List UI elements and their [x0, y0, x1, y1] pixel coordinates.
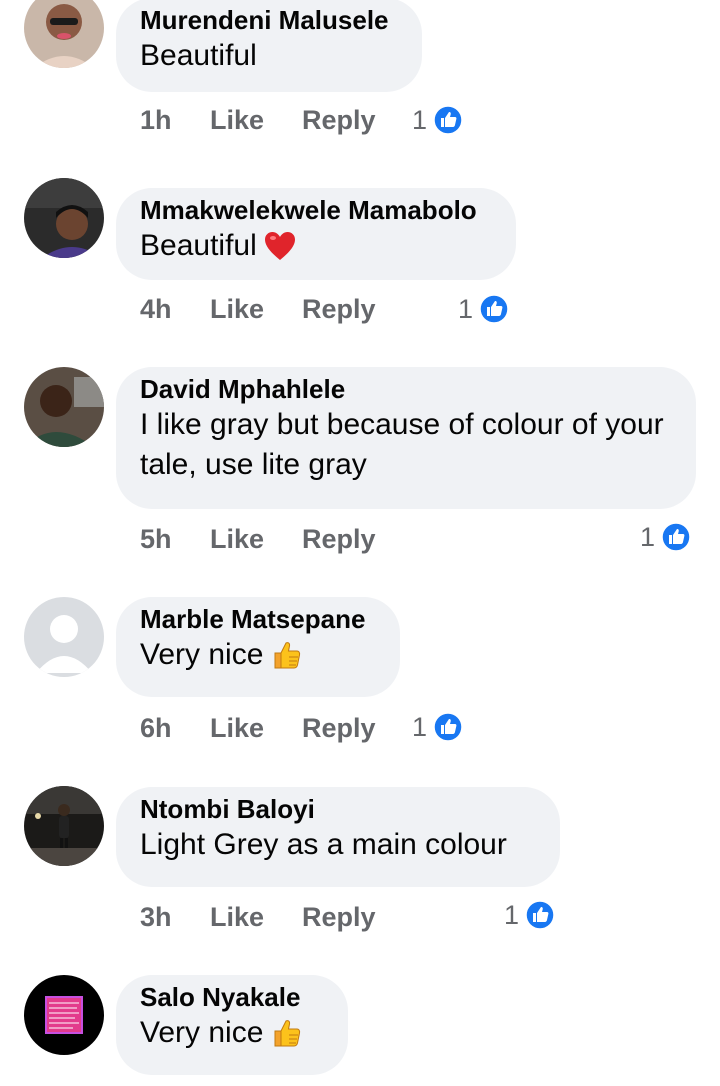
comment-author[interactable]: Mmakwelekwele Mamabolo	[140, 192, 492, 226]
reaction-count[interactable]: 1	[458, 291, 509, 327]
comment-text: Beautiful	[140, 39, 257, 72]
default-avatar-icon	[24, 597, 104, 677]
thumbs-up-emoji	[274, 1020, 301, 1047]
avatar-photo-icon	[24, 178, 104, 258]
avatar[interactable]	[24, 597, 104, 677]
comment-timestamp[interactable]: 3h	[140, 902, 210, 933]
comment-bubble: Murendeni Malusele Beautiful	[116, 0, 422, 92]
reply-button[interactable]: Reply	[302, 294, 376, 325]
comment-actions: 6h Like Reply	[140, 710, 376, 746]
reaction-count[interactable]: 1	[640, 519, 691, 555]
like-button[interactable]: Like	[210, 902, 302, 933]
like-reaction-icon	[433, 712, 463, 742]
comment-text: Very nice	[140, 1013, 324, 1053]
avatar[interactable]	[24, 975, 104, 1055]
comment-text: Very nice	[140, 635, 376, 675]
comment-author[interactable]: Salo Nyakale	[140, 979, 324, 1013]
comment-author[interactable]: Marble Matsepane	[140, 601, 376, 635]
comment-timestamp[interactable]: 6h	[140, 713, 210, 744]
comment-text: Light Grey as a main colour	[140, 828, 507, 861]
avatar-photo-icon	[24, 786, 104, 866]
like-button[interactable]: Like	[210, 294, 302, 325]
like-reaction-icon	[479, 294, 509, 324]
like-button[interactable]: Like	[210, 524, 302, 555]
avatar[interactable]	[24, 178, 104, 258]
thumbs-up-emoji	[274, 642, 301, 669]
like-reaction-icon	[433, 105, 463, 135]
comment-actions: 3h Like Reply	[140, 899, 376, 935]
comment-actions: 5h Like Reply	[140, 521, 376, 557]
comment-timestamp[interactable]: 5h	[140, 524, 210, 555]
comment-timestamp[interactable]: 1h	[140, 105, 210, 136]
comment-author[interactable]: Ntombi Baloyi	[140, 791, 536, 825]
like-button[interactable]: Like	[210, 713, 302, 744]
reaction-count[interactable]: 1	[412, 709, 463, 745]
comment-text: Beautiful	[140, 226, 492, 266]
comment-author[interactable]: David Mphahlele	[140, 371, 672, 405]
reply-button[interactable]: Reply	[302, 524, 376, 555]
like-reaction-icon	[661, 522, 691, 552]
reply-button[interactable]: Reply	[302, 713, 376, 744]
avatar-photo-icon	[24, 0, 104, 68]
like-reaction-icon	[525, 900, 555, 930]
reaction-count[interactable]: 1	[412, 102, 463, 138]
avatar[interactable]	[24, 786, 104, 866]
avatar[interactable]	[24, 367, 104, 447]
comment-bubble: Ntombi Baloyi Light Grey as a main colou…	[116, 787, 560, 887]
avatar-photo-icon	[24, 367, 104, 447]
comment-author[interactable]: Murendeni Malusele	[140, 2, 398, 36]
reaction-count[interactable]: 1	[504, 897, 555, 933]
comment-bubble: Marble Matsepane Very nice	[116, 597, 400, 697]
comment-bubble: Mmakwelekwele Mamabolo Beautiful	[116, 188, 516, 280]
red-heart-emoji	[264, 232, 295, 260]
reply-button[interactable]: Reply	[302, 902, 376, 933]
comment-timestamp[interactable]: 4h	[140, 294, 210, 325]
avatar-photo-icon	[24, 975, 104, 1055]
comment-bubble: Salo Nyakale Very nice	[116, 975, 348, 1075]
reply-button[interactable]: Reply	[302, 105, 376, 136]
comment-actions: 1h Like Reply	[140, 102, 376, 138]
like-button[interactable]: Like	[210, 105, 302, 136]
comment-actions: 4h Like Reply	[140, 291, 376, 327]
comment-bubble: David Mphahlele I like gray but because …	[116, 367, 696, 509]
avatar[interactable]	[24, 0, 104, 68]
comment-text: I like gray but because of colour of you…	[140, 408, 672, 481]
